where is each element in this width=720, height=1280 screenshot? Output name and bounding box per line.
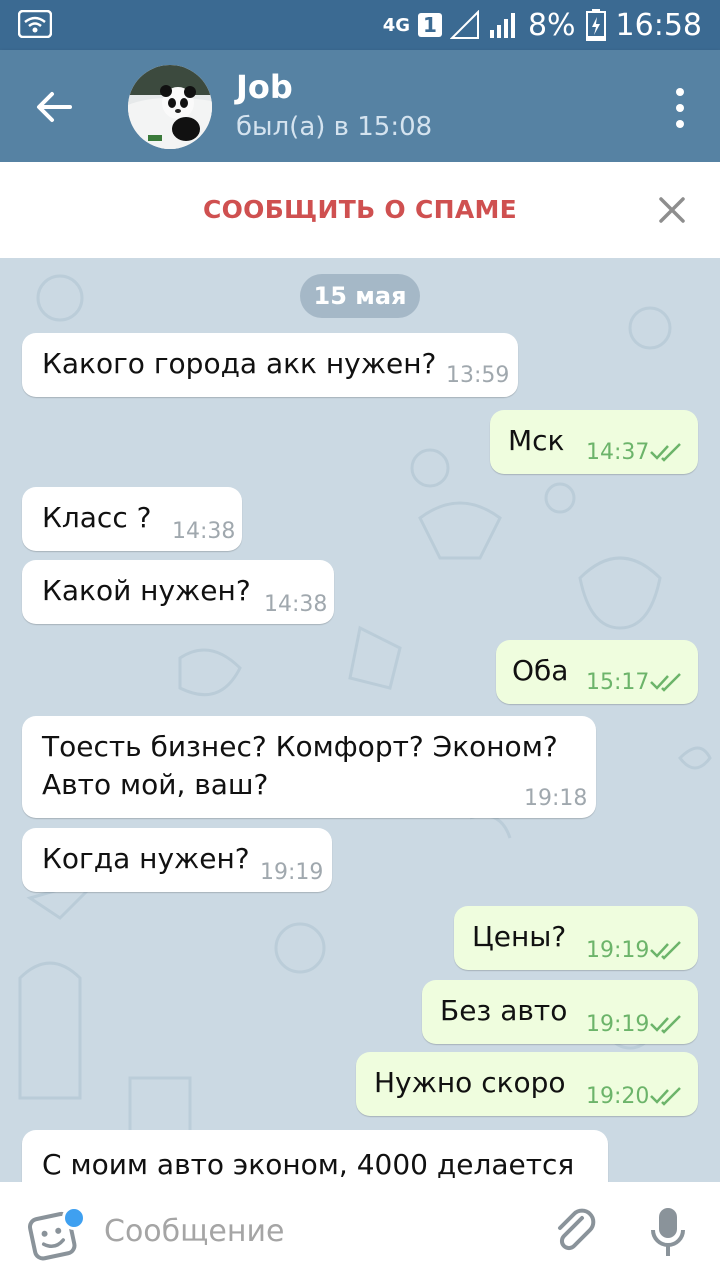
message-composer [0,1182,720,1280]
outgoing-message[interactable]: Без авто 19:19 [422,980,698,1044]
incoming-message[interactable]: Какого города акк нужен? 13:59 [22,333,518,397]
message-text: Когда нужен? [42,842,250,875]
wifi-icon [18,10,52,38]
message-time: 14:38 [172,519,236,544]
message-time: 14:37 [586,440,650,465]
message-time: 15:17 [586,670,650,695]
message-time: 19:20 [586,1084,650,1109]
double-check-icon [650,1087,681,1106]
signal-icon-sim2 [489,13,515,38]
more-vert-icon[interactable] [674,86,686,130]
avatar[interactable] [128,65,212,149]
message-text: Нужно скоро [374,1066,566,1099]
message-text: Оба [512,654,569,687]
avatar-panda-image [128,65,212,149]
message-text: Без авто [440,994,568,1027]
message-time: 19:19 [586,1012,650,1037]
double-check-icon [650,443,681,462]
message-text-line2: Авто мой, ваш? [42,768,269,801]
outgoing-message[interactable]: Мск 14:37 [490,410,698,474]
message-text: Класс ? [42,501,152,534]
message-text: Цены? [472,920,567,953]
battery-percent: 8% [527,7,576,43]
back-arrow-icon[interactable] [32,85,76,129]
close-icon[interactable] [658,196,686,224]
outgoing-message[interactable]: Оба 15:17 [496,640,698,704]
double-check-icon [650,941,681,960]
message-text: Тоесть бизнес? Комфорт? Эконом? [42,730,558,763]
network-type: 4G [382,14,411,36]
incoming-message[interactable]: Какой нужен? 14:38 [22,560,334,624]
message-time: 14:38 [264,592,328,617]
microphone-icon[interactable] [648,1206,688,1258]
report-spam-bar: СООБЩИТЬ О СПАМЕ [0,162,720,258]
message-text: С моим авто эконом, 4000 делается [42,1148,575,1181]
incoming-message[interactable]: С моим авто эконом, 4000 делается [22,1130,608,1182]
incoming-message[interactable]: Когда нужен? 19:19 [22,828,332,892]
message-time: 19:19 [586,938,650,963]
signal-icon-sim1 [449,10,479,39]
outgoing-message[interactable]: Нужно скоро 19:20 [356,1052,698,1116]
last-seen-status: был(а) в 15:08 [236,112,433,142]
double-check-icon [650,673,681,692]
message-text: Какого города акк нужен? [42,347,437,380]
outgoing-message[interactable]: Цены? 19:19 [454,906,698,970]
message-time: 19:18 [524,786,588,811]
status-bar: 4G 1 8% 16:58 [0,0,720,50]
message-time: 13:59 [446,363,510,388]
message-list[interactable]: 15 мая Какого города акк нужен? 13:59 Мс… [0,258,720,1182]
battery-charging-icon [585,9,606,41]
message-text: Какой нужен? [42,574,251,607]
message-time: 19:19 [260,860,324,885]
date-divider: 15 мая [300,274,420,318]
chat-header: Job был(а) в 15:08 [0,50,720,162]
incoming-message[interactable]: Тоесть бизнес? Комфорт? Эконом? Авто мой… [22,716,596,818]
clock: 16:58 [615,7,702,43]
notification-dot [62,1206,86,1230]
incoming-message[interactable]: Класс ? 14:38 [22,487,242,551]
message-text: Мск [508,424,565,457]
chat-title: Job [236,68,293,106]
report-spam-button[interactable]: СООБЩИТЬ О СПАМЕ [0,195,720,224]
attach-paperclip-icon[interactable] [552,1208,600,1256]
double-check-icon [650,1015,681,1034]
message-input[interactable] [104,1210,524,1252]
sim-badge: 1 [418,13,442,37]
